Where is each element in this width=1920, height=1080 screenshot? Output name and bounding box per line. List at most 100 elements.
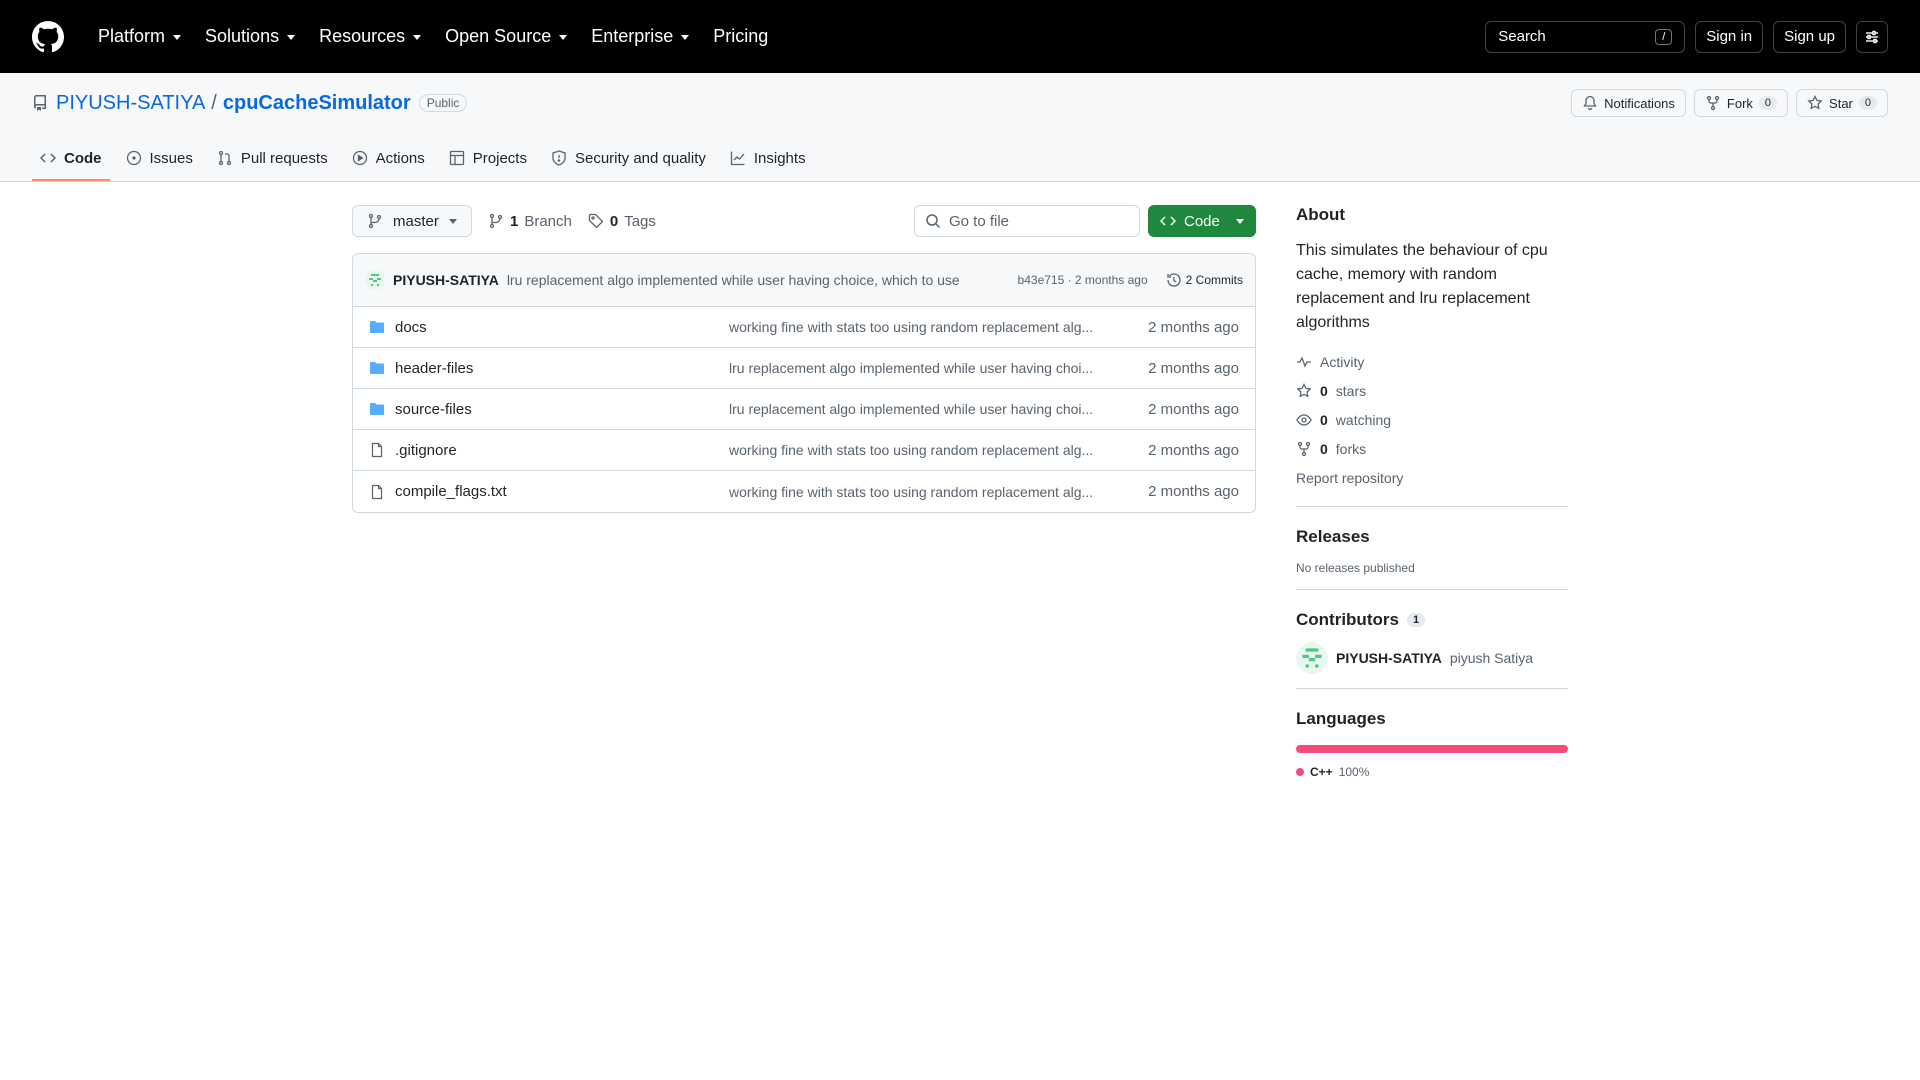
commit-author-link[interactable]: PIYUSH-SATIYA xyxy=(393,272,499,288)
tab-security[interactable]: Security and quality xyxy=(543,137,714,181)
nav-resources[interactable]: Resources xyxy=(309,20,431,53)
chevron-down-icon xyxy=(681,35,690,40)
branches-link[interactable]: 1 Branch xyxy=(488,213,572,230)
repo-title-row: PIYUSH-SATIYA / cpuCacheSimulator Public… xyxy=(32,73,1888,133)
file-row-docs[interactable]: docs working fine with stats too using r… xyxy=(353,307,1255,348)
file-navigation: master 1 Branch 0 Tags Go to file Code xyxy=(352,205,1256,237)
commit-message-link[interactable]: lru replacement algo implemented while u… xyxy=(507,272,960,288)
file-row-source-files[interactable]: source-files lru replacement algo implem… xyxy=(353,389,1255,430)
go-to-file-input[interactable]: Go to file xyxy=(914,205,1140,237)
releases-heading[interactable]: Releases xyxy=(1296,527,1568,547)
watching-link[interactable]: 0 watching xyxy=(1296,405,1568,434)
tab-pull-requests[interactable]: Pull requests xyxy=(209,137,336,181)
language-legend-item[interactable]: C++ 100% xyxy=(1296,765,1568,779)
commits-history-link[interactable]: 2 Commits xyxy=(1166,272,1243,288)
tab-issues[interactable]: Issues xyxy=(118,137,201,181)
repo-actions: Notifications Fork 0 Star 0 xyxy=(1571,89,1888,117)
global-header: Platform Solutions Resources Open Source… xyxy=(0,0,1920,73)
report-repository-link[interactable]: Report repository xyxy=(1296,463,1568,492)
chevron-down-icon xyxy=(287,35,296,40)
file-name-link[interactable]: docs xyxy=(395,319,729,336)
appearance-settings-button[interactable] xyxy=(1856,20,1888,53)
notifications-button[interactable]: Notifications xyxy=(1571,89,1686,117)
nav-pricing[interactable]: Pricing xyxy=(703,20,778,53)
star-label: Star xyxy=(1829,95,1853,111)
file-commit-date: 2 months ago xyxy=(1148,400,1239,418)
tab-insights[interactable]: Insights xyxy=(722,137,814,181)
branches-label: Branch xyxy=(524,212,572,230)
contributor-login[interactable]: PIYUSH-SATIYA xyxy=(1336,650,1442,666)
file-icon xyxy=(371,442,383,458)
forks-link[interactable]: 0 forks xyxy=(1296,434,1568,463)
file-commit-message[interactable]: working fine with stats too using random… xyxy=(729,484,1115,500)
file-name-link[interactable]: compile_flags.txt xyxy=(395,483,729,500)
tab-projects[interactable]: Projects xyxy=(441,137,535,181)
fork-button[interactable]: Fork 0 xyxy=(1693,89,1789,117)
file-commit-date: 2 months ago xyxy=(1148,318,1239,336)
file-name-link[interactable]: source-files xyxy=(395,401,729,418)
tab-code[interactable]: Code xyxy=(32,137,110,181)
search-icon xyxy=(926,214,941,229)
avatar[interactable] xyxy=(365,270,385,290)
sign-in-button[interactable]: Sign in xyxy=(1695,20,1764,53)
tab-code-label: Code xyxy=(64,149,102,167)
file-row-header-files[interactable]: header-files lru replacement algo implem… xyxy=(353,348,1255,389)
latest-commit-row: PIYUSH-SATIYA lru replacement algo imple… xyxy=(353,254,1255,307)
divider xyxy=(1296,589,1568,590)
commits-count-label: 2 Commits xyxy=(1185,273,1243,287)
nav-enterprise[interactable]: Enterprise xyxy=(581,20,699,53)
about-heading: About xyxy=(1296,205,1346,224)
branches-count: 1 xyxy=(510,212,519,230)
contributors-heading-row: Contributors 1 xyxy=(1296,610,1568,630)
file-row-compile-flags[interactable]: compile_flags.txt working fine with stat… xyxy=(353,471,1255,512)
contributor-item[interactable]: PIYUSH-SATIYA piyush Satiya xyxy=(1296,642,1568,674)
no-releases-text: No releases published xyxy=(1296,561,1415,575)
graph-icon xyxy=(730,151,745,166)
tab-actions[interactable]: Actions xyxy=(344,137,433,181)
github-logo-icon[interactable] xyxy=(32,20,64,53)
language-bar xyxy=(1296,745,1568,753)
search-input[interactable]: Search / xyxy=(1485,20,1686,53)
star-icon xyxy=(1296,382,1312,397)
nav-platform[interactable]: Platform xyxy=(88,20,191,53)
file-commit-message[interactable]: lru replacement algo implemented while u… xyxy=(729,401,1115,417)
file-commit-message[interactable]: working fine with stats too using random… xyxy=(729,442,1115,458)
contributors-count: 1 xyxy=(1406,613,1426,627)
nav-enterprise-label: Enterprise xyxy=(591,26,674,46)
tab-pull-requests-label: Pull requests xyxy=(240,149,328,167)
tags-link[interactable]: 0 Tags xyxy=(588,213,656,230)
file-commit-date: 2 months ago xyxy=(1148,483,1239,500)
eye-icon xyxy=(1296,413,1312,426)
sign-up-button[interactable]: Sign up xyxy=(1773,20,1846,53)
divider xyxy=(1296,688,1568,689)
repo-tabs: Code Issues Pull requests Actions Projec… xyxy=(32,133,1888,181)
commit-hash-time[interactable]: b43e715 · 2 months ago xyxy=(1018,273,1148,287)
file-row-gitignore[interactable]: .gitignore working fine with stats too u… xyxy=(353,430,1255,471)
repo-owner-link[interactable]: PIYUSH-SATIYA xyxy=(56,92,205,115)
star-button[interactable]: Star 0 xyxy=(1796,89,1888,117)
git-branch-icon xyxy=(489,213,503,229)
nav-open-source[interactable]: Open Source xyxy=(435,20,577,53)
repo-name-link[interactable]: cpuCacheSimulator xyxy=(223,92,411,115)
nav-solutions[interactable]: Solutions xyxy=(195,20,305,53)
nav-platform-label: Platform xyxy=(98,26,166,46)
file-name-link[interactable]: header-files xyxy=(395,360,729,377)
activity-link[interactable]: Activity xyxy=(1296,347,1568,376)
avatar[interactable] xyxy=(1296,642,1328,674)
repo-icon xyxy=(33,95,46,111)
contributor-name: piyush Satiya xyxy=(1449,650,1534,666)
file-commit-message[interactable]: lru replacement algo implemented while u… xyxy=(729,360,1115,376)
stars-link[interactable]: 0 stars xyxy=(1296,376,1568,405)
notifications-label: Notifications xyxy=(1604,95,1675,111)
contributors-heading[interactable]: Contributors xyxy=(1296,610,1399,630)
code-dropdown-button[interactable]: Code xyxy=(1148,205,1256,237)
branch-selector-button[interactable]: master xyxy=(352,205,472,237)
commit-meta: b43e715 · 2 months ago 2 Commits xyxy=(1018,272,1243,288)
file-commit-message[interactable]: working fine with stats too using random… xyxy=(729,319,1115,335)
code-icon xyxy=(40,153,56,163)
search-shortcut-key: / xyxy=(1655,28,1673,45)
fork-icon xyxy=(1706,95,1720,111)
tags-label: Tags xyxy=(624,212,656,230)
header-actions: Search / Sign in Sign up xyxy=(1485,20,1888,53)
file-name-link[interactable]: .gitignore xyxy=(395,442,729,459)
